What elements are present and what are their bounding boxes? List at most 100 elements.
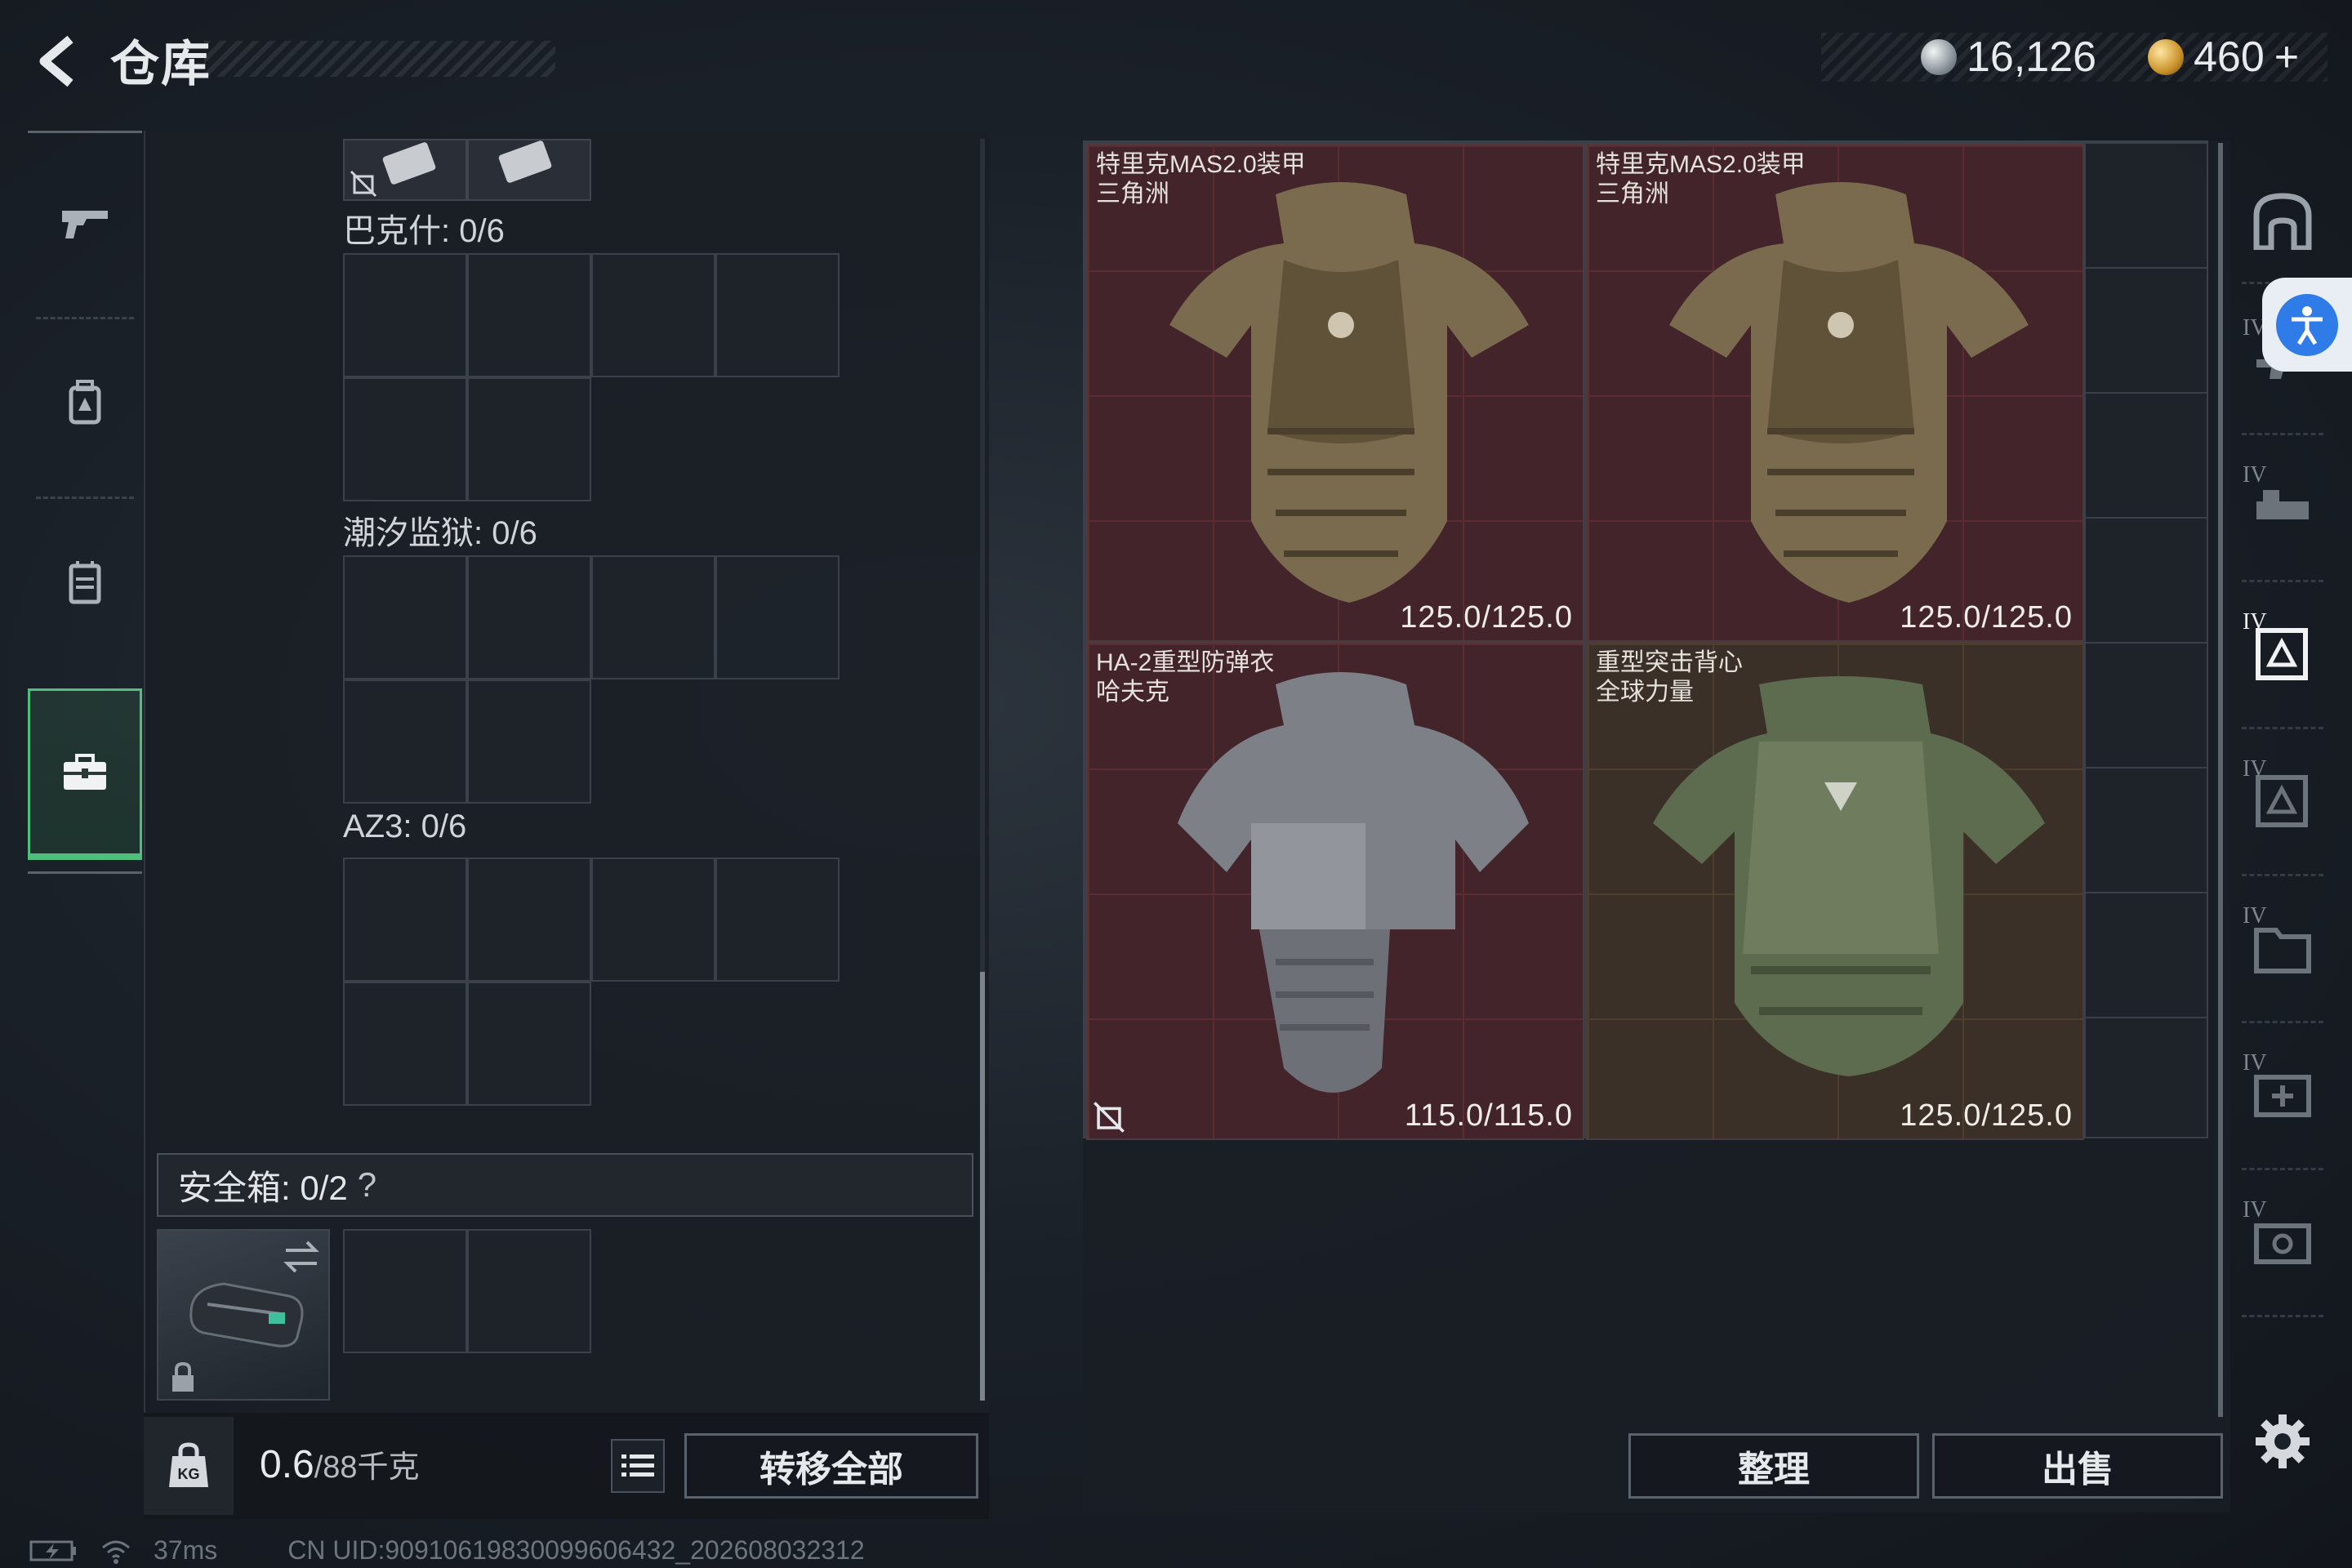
rail-tier-iv-valuables[interactable]: IV [2238,1192,2328,1290]
tier-label: IV [2243,1050,2267,1076]
rail-tier-iv-documents[interactable]: IV [2238,898,2328,996]
item-tac-mas-armor-1[interactable]: 特里克MAS2.0装甲 三角洲 125.0/125.0 [1086,144,1584,642]
tier-label: IV [2243,1197,2267,1223]
tier-label: IV [2243,756,2267,782]
left-scroll-thumb[interactable] [980,972,985,1401]
ping-text: 37ms [154,1535,218,1565]
empty-space [591,679,715,804]
backpack-icon [69,380,101,425]
rail-tier-iv-medical[interactable]: IV [2238,1045,2328,1143]
gold-currency[interactable]: 460 + [2148,33,2299,82]
grid-cell[interactable] [343,679,467,804]
arch-icon [2253,193,2312,250]
accessibility-button[interactable] [2262,278,2352,372]
armor-vest-icon [1169,182,1529,603]
help-button[interactable]: ? [358,1165,376,1205]
grid-cell[interactable] [343,253,467,377]
wifi-icon [102,1540,130,1564]
rail-all-items[interactable] [2238,172,2328,270]
grid-cell[interactable] [343,139,467,201]
list-view-button[interactable] [611,1439,665,1493]
nav-weapons[interactable] [28,141,142,305]
grid-cell[interactable] [715,253,840,377]
weight-lock: KG [144,1417,234,1515]
grid-cell[interactable] [467,555,591,679]
item-durability: 125.0/125.0 [1400,600,1573,635]
sell-button[interactable]: 出售 [1932,1433,2223,1499]
back-arrow-icon [39,35,74,87]
grid-cell[interactable] [343,982,467,1106]
stash-scrollbar[interactable] [2218,143,2223,1417]
grid-cell[interactable] [467,982,591,1106]
nav-backpacks[interactable] [28,321,142,484]
empty-space [715,679,840,804]
grid-cell[interactable] [467,377,591,501]
rail-divider [2242,1315,2323,1317]
unsellable-icon [1094,1102,1125,1133]
empty-space [591,982,715,1106]
settings-button[interactable] [2238,1392,2328,1490]
section-label-bakshi: 巴克什: 0/6 [343,213,505,249]
safe-box-grid [343,1229,591,1353]
accessibility-icon [2276,293,2338,356]
grid-cell[interactable] [715,555,840,679]
container-grid-az3 [343,858,840,1106]
safe-box-label: 安全箱: 0/2 [178,1168,348,1207]
gold-amount: 460 [2194,33,2265,81]
item-name: HA-2重型防弹衣 哈夫克 [1096,649,1275,706]
silver-currency: 16,126 [1921,33,2096,82]
armor-vest-icon [1178,672,1529,1093]
container-grid-tidal-prison [343,555,840,804]
weight-capacity: /88千克 [314,1450,420,1485]
nav-vests[interactable] [28,501,142,664]
grid-cell[interactable] [591,858,715,982]
grid-cell[interactable] [467,1229,591,1353]
card-item-icon [381,141,437,185]
grid-cell[interactable] [343,377,467,501]
battery-icon [29,1540,76,1561]
safe-case-icon [189,1282,304,1348]
grid-cell[interactable] [343,858,467,982]
grid-cell[interactable] [467,858,591,982]
empty-space [715,982,840,1106]
title-decoration [204,41,555,77]
gold-add-button[interactable]: + [2274,33,2299,82]
list-icon [621,1454,654,1477]
grid-cell[interactable] [591,253,715,377]
previous-container-cells [343,139,591,201]
container-grid-bakshi [343,253,840,501]
rail-divider [2242,580,2323,582]
item-ha2-heavy-vest[interactable]: HA-2重型防弹衣 哈夫克 115.0/115.0 [1086,642,1584,1140]
section-label-az3: AZ3: 0/6 [343,808,467,844]
item-tac-mas-armor-2[interactable]: 特里克MAS2.0装甲 三角洲 125.0/125.0 [1586,144,2084,642]
item-heavy-assault-vest[interactable]: 重型突击背心 全球力量 125.0/125.0 [1586,642,2084,1140]
grid-cell[interactable] [467,679,591,804]
nav-cases-active[interactable] [28,688,142,860]
transfer-all-button[interactable]: 转移全部 [684,1433,978,1499]
grid-cell[interactable] [467,253,591,377]
grid-cell[interactable] [343,1229,467,1353]
rail-tier-iv-armor-active[interactable]: IV [2238,604,2328,702]
silver-amount: 16,126 [1967,33,2097,81]
silver-coin-icon [1921,39,1957,75]
safe-box-slot[interactable] [157,1229,330,1401]
grid-cell[interactable] [343,555,467,679]
grid-cell[interactable] [591,555,715,679]
grid-cell[interactable] [467,139,591,201]
organize-button[interactable]: 整理 [1628,1433,1919,1499]
page-title: 仓库 [110,37,212,91]
equipment-icon [2256,490,2309,519]
lock-icon [172,1361,194,1392]
tier-label: IV [2243,462,2267,488]
rail-tier-iv-backpacks[interactable]: IV [2238,751,2328,849]
swap-icon[interactable] [281,1239,322,1275]
status-bar: 37ms CN UID:9091061983009960​6432_202608… [29,1535,865,1566]
back-button[interactable] [24,24,90,98]
rail-divider [2242,1168,2323,1170]
armor-vest-icon [1653,676,2045,1076]
rail-tier-iv-equipment[interactable]: IV [2238,457,2328,555]
armor-vest-icon [1669,182,2029,603]
nav-divider [36,497,134,499]
tier-label: IV [2243,609,2267,635]
grid-cell[interactable] [715,858,840,982]
